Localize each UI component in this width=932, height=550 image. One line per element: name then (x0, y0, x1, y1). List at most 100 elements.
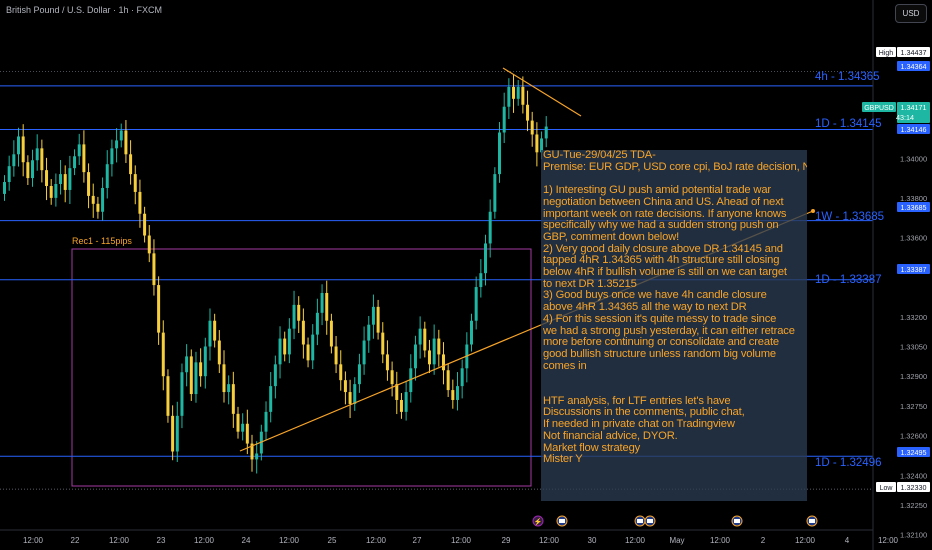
candle-body (320, 292, 324, 313)
candle-body (273, 364, 277, 387)
event-flag-icon-mark (559, 519, 565, 523)
candle-body (484, 243, 488, 274)
candle-body (329, 320, 333, 347)
candle-body (161, 332, 165, 377)
candle-body (516, 86, 520, 99)
event-flag-icon (806, 515, 818, 527)
candle-body (124, 130, 128, 155)
candle-body (521, 86, 525, 105)
y-tick-label: 1.32750 (900, 402, 927, 411)
candle-body (21, 136, 25, 163)
candle-body (63, 174, 67, 190)
d1c-price-value: 1.32495 (901, 448, 927, 457)
candle-body (526, 104, 530, 121)
candle-body (390, 370, 394, 385)
candle-body (362, 340, 366, 365)
candle-body (334, 346, 338, 365)
candle-body (357, 364, 361, 385)
candle-body (96, 203, 100, 212)
candle-body (12, 154, 16, 167)
candle-body (152, 253, 156, 286)
candle-body (479, 273, 483, 288)
y-tick-label: 1.33200 (900, 313, 927, 322)
event-flag-icon (634, 515, 646, 527)
candle-body (54, 184, 58, 198)
candle-body (133, 174, 137, 192)
y-tick-label: 1.32250 (900, 501, 927, 510)
candle-body (59, 174, 63, 185)
candle-body (399, 399, 403, 412)
candle-body (35, 148, 39, 161)
candle-body (371, 306, 375, 325)
x-tick-label: 12:00 (451, 536, 472, 545)
x-tick-label: 29 (502, 536, 511, 545)
candle-body (189, 356, 193, 395)
candle-body (269, 386, 273, 412)
note-line: good bullish structure unless random big… (543, 347, 776, 360)
event-flag-icon-mark (734, 519, 740, 523)
candle-body (404, 392, 408, 412)
candle-body (502, 106, 506, 133)
note-line: GU-Tue-29/04/25 TDA- (543, 150, 656, 161)
candle-body (376, 306, 380, 333)
candle-body (512, 86, 516, 99)
currency-button[interactable]: USD (895, 4, 927, 23)
level-label-1d-a: 1D - 1.34145 (815, 118, 882, 130)
note-line: Not financial advice, DYOR. (543, 429, 678, 442)
candle-body (507, 86, 511, 107)
candle-body (381, 332, 385, 355)
candle-body (231, 384, 235, 414)
candle-body (217, 340, 221, 365)
candle-body (49, 185, 53, 198)
y-tick-label: 1.32100 (900, 531, 927, 540)
candle-body (143, 213, 147, 236)
high-tag: High (879, 50, 894, 57)
candle-body (175, 415, 179, 452)
level-label-4h: 4h - 1.34365 (815, 71, 880, 83)
candle-body (40, 148, 44, 171)
event-flag-icon (644, 515, 656, 527)
candle-body (488, 211, 492, 244)
note-line (543, 384, 805, 396)
note-line: negotiation between China and US. Ahead … (543, 195, 784, 208)
symbol-title[interactable]: British Pound / U.S. Dollar · 1h · FXCM (6, 5, 162, 15)
candle-body (367, 324, 371, 341)
event-flag-icon (731, 515, 743, 527)
candle-body (278, 338, 282, 365)
candle-body (241, 423, 245, 432)
countdown-value: 43:14 (896, 113, 914, 122)
x-tick-label: 12:00 (109, 536, 130, 545)
candle-body (283, 338, 287, 355)
high-price-value: 1.34437 (901, 48, 927, 57)
candle-body (73, 156, 77, 169)
note-line: Mister Y (543, 453, 583, 466)
y-tick-label: 1.32900 (900, 372, 927, 381)
y-tick-label: 1.34000 (900, 154, 927, 163)
candle-body (101, 187, 105, 212)
y-tick-label: 1.33800 (900, 194, 927, 203)
chart-root: { "header": { "symbol_title": "British P… (0, 0, 932, 550)
low-tag: Low (880, 485, 894, 492)
candle-body (315, 312, 319, 335)
analysis-note[interactable]: GU-Tue-29/04/25 TDA- Premise: EUR GDP, U… (541, 150, 807, 501)
candle-body (91, 195, 95, 204)
candle-body (437, 338, 441, 355)
x-tick-label: 12:00 (23, 536, 44, 545)
candle-body (451, 390, 455, 400)
x-tick-label: 12:00 (625, 536, 646, 545)
symbol-tag: GBPUSD (864, 105, 894, 112)
x-tick-label: 12:00 (366, 536, 387, 545)
candle-body (166, 376, 170, 416)
candle-body (68, 168, 72, 190)
candle-body (423, 328, 427, 351)
x-tick-label: 12:00 (194, 536, 215, 545)
candle-body (348, 392, 352, 404)
candle-body (105, 164, 109, 188)
x-tick-label: 12:00 (279, 536, 300, 545)
candle-body (311, 334, 315, 361)
candle-body (227, 384, 231, 393)
candle-body (297, 304, 301, 321)
y-tick-label: 1.32400 (900, 471, 927, 480)
candle-body (245, 423, 249, 444)
candle-body (395, 384, 399, 400)
